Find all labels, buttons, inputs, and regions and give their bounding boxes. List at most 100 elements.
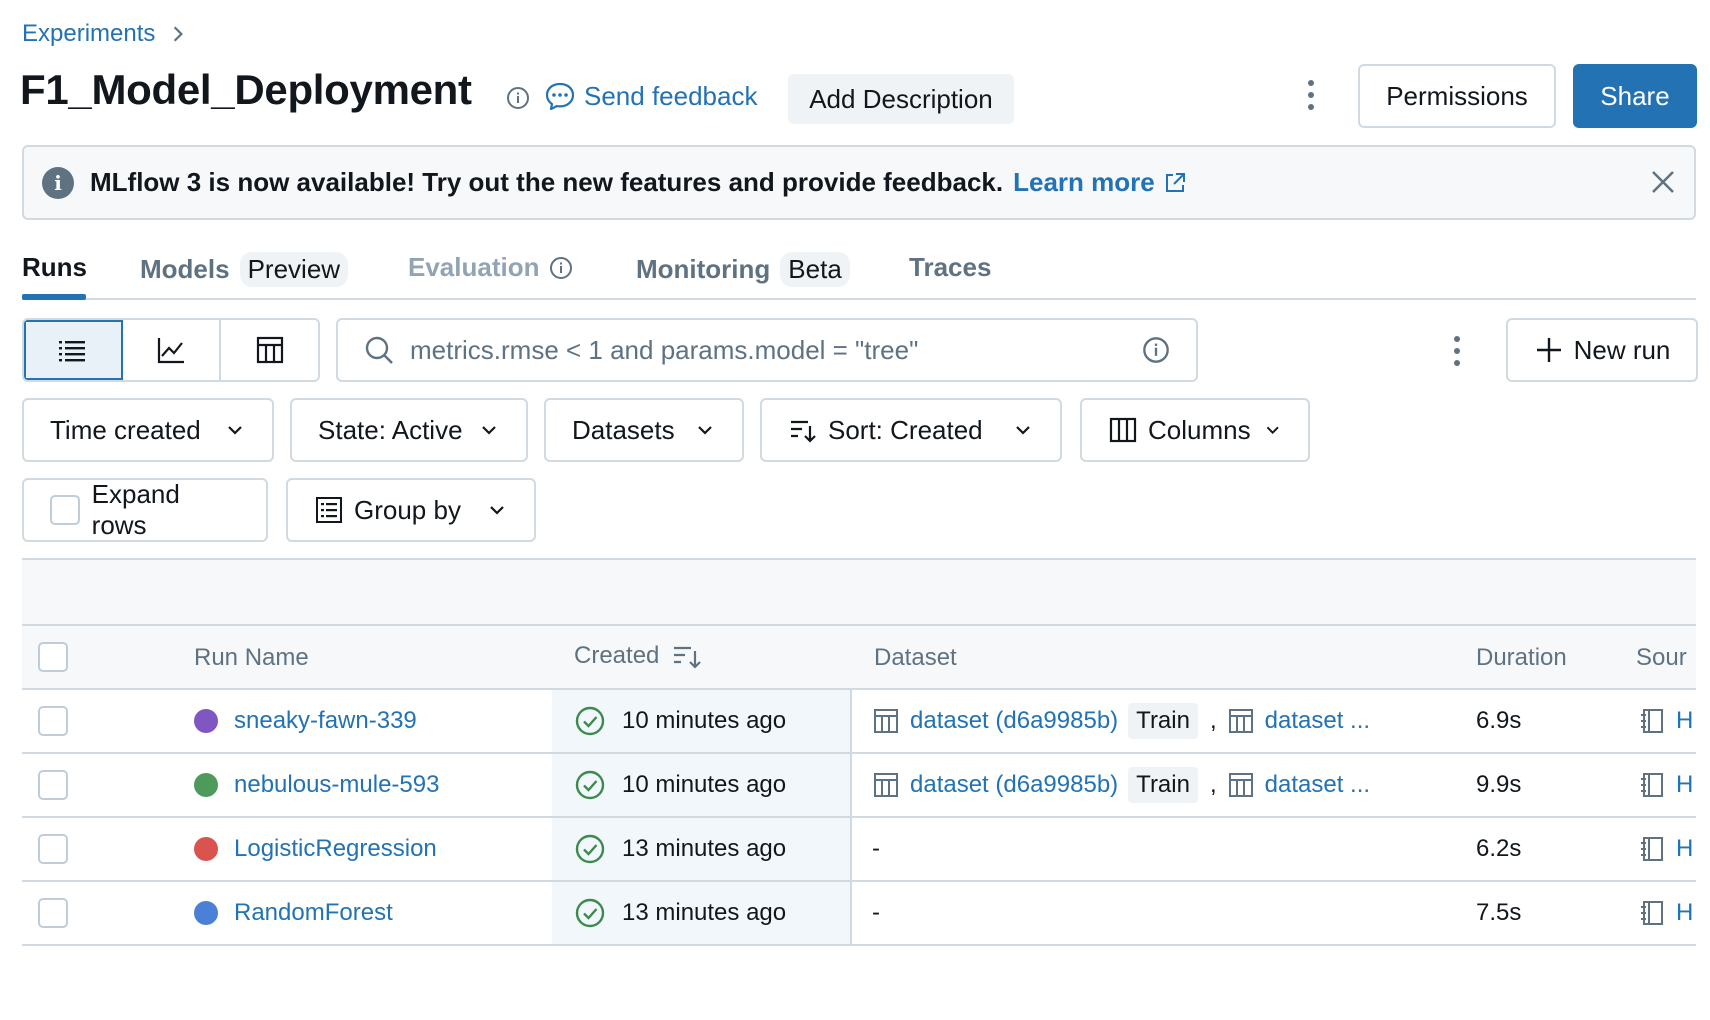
add-description-button[interactable]: Add Description <box>788 74 1014 124</box>
new-run-label: New run <box>1573 334 1671 365</box>
dataset-link[interactable]: dataset (d6a9985b) <box>910 771 1118 799</box>
state-filter-dropdown[interactable]: State: Active <box>290 398 528 462</box>
run-search-box <box>336 318 1198 382</box>
run-name-link[interactable]: RandomForest <box>234 899 393 927</box>
check-circle-icon <box>575 834 605 864</box>
notebook-icon <box>1641 901 1663 925</box>
share-button[interactable]: Share <box>1573 64 1697 128</box>
table-toolbar-band <box>22 558 1696 626</box>
duration-header-label: Duration <box>1476 644 1567 671</box>
chevron-right-icon <box>174 26 184 42</box>
group-list-icon <box>316 497 342 523</box>
notebook-icon <box>1641 837 1663 861</box>
expand-rows-label: Expand rows <box>91 479 180 540</box>
columns-icon <box>1109 417 1137 443</box>
run-color-dot[interactable] <box>194 773 218 797</box>
table-view-button[interactable] <box>221 320 318 380</box>
dataset-more-link[interactable]: dataset ... <box>1265 707 1370 735</box>
breadcrumb-experiments-link[interactable]: Experiments <box>22 20 155 48</box>
column-header-dataset[interactable]: Dataset <box>874 644 957 672</box>
table-row[interactable]: nebulous-mule-593 10 minutes ago dataset (… <box>22 754 1696 818</box>
preview-badge: Preview <box>239 252 349 287</box>
expand-rows-checkbox[interactable] <box>50 495 80 525</box>
run-name-link[interactable]: nebulous-mule-593 <box>234 771 439 799</box>
table-row[interactable]: RandomForest 13 minutes ago - 7.5s H <box>22 882 1696 946</box>
list-view-button[interactable] <box>24 320 123 380</box>
info-icon[interactable] <box>506 86 530 110</box>
close-icon[interactable] <box>1648 167 1678 197</box>
columns-dropdown[interactable]: Columns <box>1080 398 1310 462</box>
run-duration: 9.9s <box>1476 771 1522 798</box>
notebook-icon <box>1641 773 1663 797</box>
permissions-button[interactable]: Permissions <box>1358 64 1556 128</box>
tab-monitoring[interactable]: Monitoring Beta <box>636 252 850 287</box>
row-select-checkbox[interactable] <box>38 898 68 928</box>
column-header-run-name[interactable]: Run Name <box>194 644 309 672</box>
list-icon <box>59 341 86 362</box>
table-icon <box>1228 709 1253 733</box>
sort-descending-icon <box>791 420 816 443</box>
run-color-dot[interactable] <box>194 901 218 925</box>
column-header-created[interactable]: Created <box>574 640 703 672</box>
row-select-checkbox[interactable] <box>38 770 68 800</box>
time-created-dropdown[interactable]: Time created <box>22 398 274 462</box>
group-by-dropdown[interactable]: Group by <box>286 478 536 542</box>
columns-label: Columns <box>1148 414 1251 445</box>
sort-dropdown[interactable]: Sort: Created <box>760 398 1062 462</box>
source-header-label: Sour <box>1636 644 1687 671</box>
run-name-header-label: Run Name <box>194 644 309 671</box>
run-name-link[interactable]: LogisticRegression <box>234 835 437 863</box>
check-circle-icon <box>575 770 605 800</box>
tab-runs[interactable]: Runs <box>22 252 87 283</box>
search-input[interactable] <box>410 334 1142 366</box>
notebook-icon <box>1641 709 1663 733</box>
row-select-checkbox[interactable] <box>38 834 68 864</box>
run-color-dot[interactable] <box>194 837 218 861</box>
chart-view-button[interactable] <box>122 320 222 380</box>
run-color-dot[interactable] <box>194 709 218 733</box>
time-created-label: Time created <box>50 414 201 445</box>
dataset-link[interactable]: dataset (d6a9985b) <box>910 707 1118 735</box>
table-row[interactable]: sneaky-fawn-339 10 minutes ago dataset (d6… <box>22 690 1696 754</box>
source-link[interactable]: H <box>1676 835 1693 863</box>
datasets-dropdown[interactable]: Datasets <box>544 398 744 462</box>
dataset-separator: , <box>1209 707 1217 734</box>
more-options-icon[interactable] <box>1304 80 1318 110</box>
new-run-button[interactable]: New run <box>1506 318 1698 382</box>
dataset-separator: , <box>1209 771 1217 798</box>
runs-table-header: Run Name Created Dataset Duration Sour <box>22 626 1696 690</box>
expand-rows-toggle[interactable]: Expand rows <box>22 478 268 542</box>
toolbar-more-icon[interactable] <box>1450 336 1464 366</box>
column-header-source[interactable]: Sour <box>1636 644 1687 672</box>
table-icon <box>256 336 283 364</box>
source-link[interactable]: H <box>1676 771 1693 799</box>
speech-bubble-icon <box>545 82 575 111</box>
sort-descending-icon <box>674 646 702 669</box>
state-filter-label: State: Active <box>318 414 463 445</box>
select-all-checkbox[interactable] <box>38 642 68 672</box>
beta-badge: Beta <box>780 252 850 287</box>
info-icon <box>550 256 573 279</box>
tab-models[interactable]: Models Preview <box>140 252 349 287</box>
tab-evaluation[interactable]: Evaluation <box>408 252 573 283</box>
dataset-empty: - <box>872 899 880 926</box>
learn-more-link[interactable]: Learn more <box>1013 167 1187 198</box>
send-feedback-button[interactable]: Send feedback <box>544 80 757 112</box>
dataset-more-link[interactable]: dataset ... <box>1265 771 1370 799</box>
tab-evaluation-label: Evaluation <box>408 252 540 282</box>
tab-monitoring-label: Monitoring <box>636 254 771 284</box>
row-select-checkbox[interactable] <box>38 706 68 736</box>
line-chart-icon <box>157 338 184 364</box>
run-name-link[interactable]: sneaky-fawn-339 <box>234 707 417 735</box>
chevron-down-icon <box>482 426 496 435</box>
column-header-duration[interactable]: Duration <box>1476 644 1567 672</box>
source-link[interactable]: H <box>1676 899 1693 927</box>
tabs-divider <box>22 298 1696 300</box>
tab-traces[interactable]: Traces <box>909 252 991 283</box>
table-row[interactable]: LogisticRegression 13 minutes ago - 6.2s H <box>22 818 1696 882</box>
chevron-down-icon <box>1016 426 1030 435</box>
source-link[interactable]: H <box>1676 707 1693 735</box>
info-filled-icon: i <box>42 166 74 199</box>
created-time: 10 minutes ago <box>622 771 787 798</box>
info-icon[interactable] <box>1142 336 1170 364</box>
